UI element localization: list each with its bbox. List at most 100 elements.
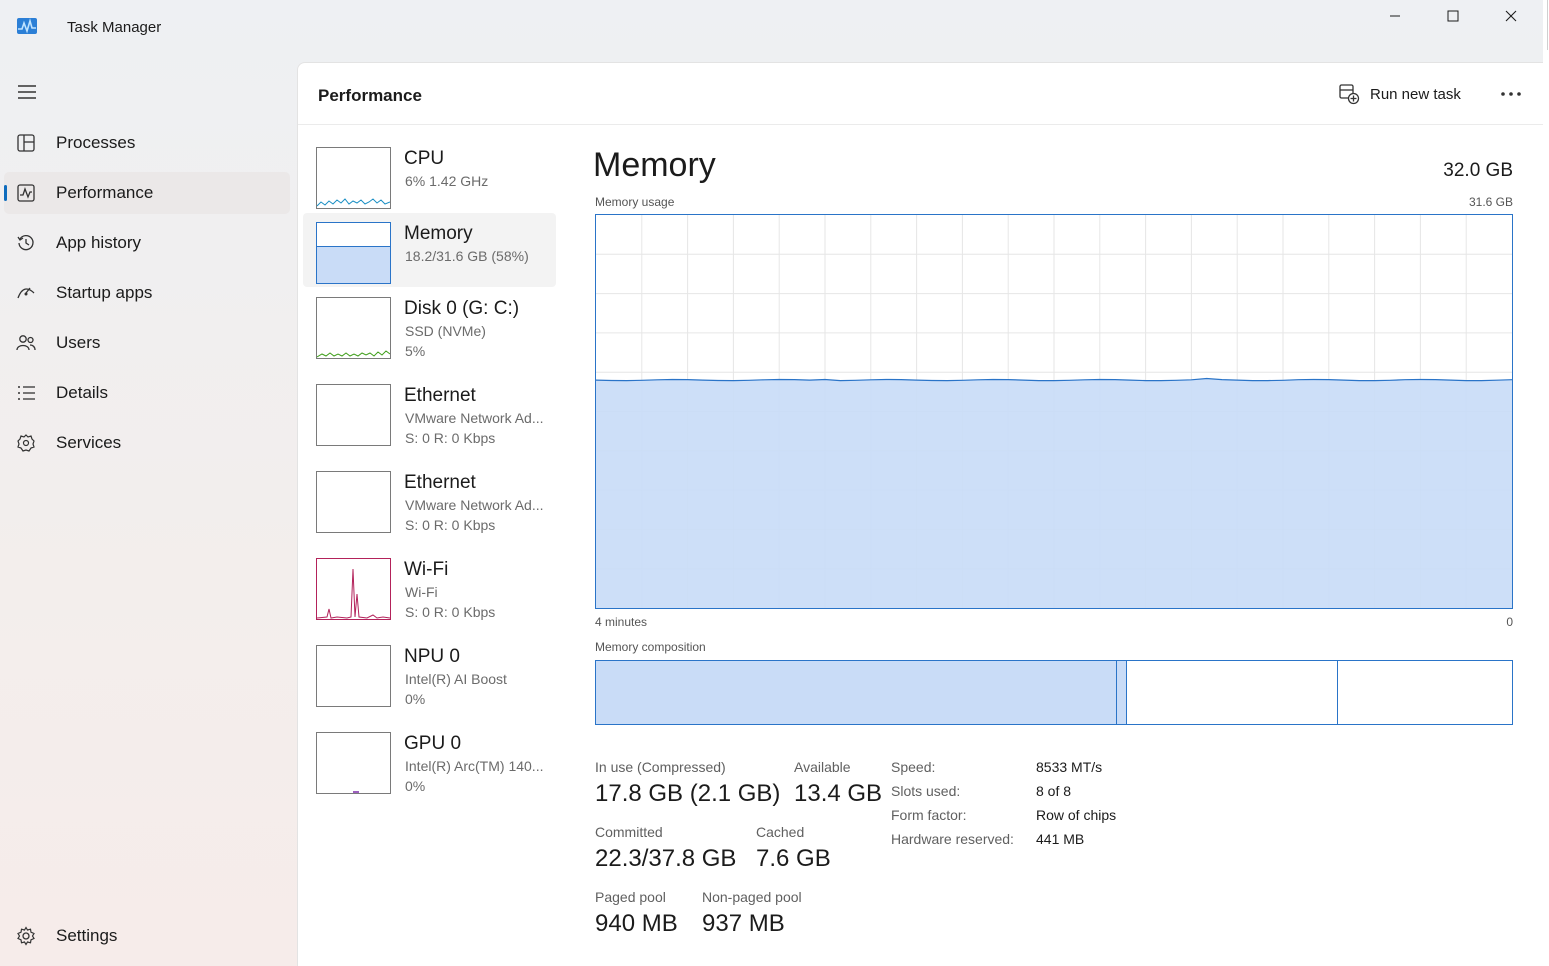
page-title: Performance xyxy=(318,86,422,105)
services-icon xyxy=(17,434,35,452)
maximize-button[interactable] xyxy=(1424,0,1482,32)
device-name: Ethernet xyxy=(404,385,476,406)
device-detail: 0% xyxy=(405,691,426,707)
device-detail: S: 0 R: 0 Kbps xyxy=(405,604,496,620)
minimize-icon xyxy=(1390,15,1400,17)
device-name: Wi-Fi xyxy=(404,559,449,580)
device-detail: Intel(R) AI Boost xyxy=(405,671,507,687)
composition-standby xyxy=(1127,661,1338,724)
details-icon xyxy=(18,386,35,400)
spec-hardware-reserved-value: 441 MB xyxy=(1036,831,1085,847)
nav-item-settings[interactable]: Settings xyxy=(4,915,290,957)
device-name: Ethernet xyxy=(404,472,476,493)
history-icon xyxy=(17,235,34,251)
nav-item-processes[interactable]: Processes xyxy=(4,122,290,164)
nav-item-label: Startup apps xyxy=(56,283,153,302)
in-use-label: In use (Compressed) xyxy=(595,759,726,775)
device-cpu[interactable]: CPU 6% 1.42 GHz xyxy=(303,138,556,212)
nav-item-details[interactable]: Details xyxy=(4,372,290,414)
nav-item-label: App history xyxy=(56,233,142,252)
more-options-button[interactable] xyxy=(1498,81,1524,107)
device-detail: 6% 1.42 GHz xyxy=(405,173,489,189)
device-detail: 0% xyxy=(405,778,426,794)
committed-label: Committed xyxy=(595,824,663,840)
nav-item-label: Details xyxy=(56,383,108,402)
main-panel: Performance Run new task CPU 6% 1.42 GHz… xyxy=(297,62,1544,966)
app-title: Task Manager xyxy=(67,19,162,36)
non-paged-pool-label: Non-paged pool xyxy=(702,889,802,905)
device-name: CPU xyxy=(404,148,445,169)
gear-icon xyxy=(17,926,35,946)
non-paged-pool-value: 937 MB xyxy=(702,910,785,937)
task-manager-window: Task Manager Processes Performance App h… xyxy=(0,0,1544,966)
gpu-thumbnail-graph xyxy=(316,732,391,794)
spec-hardware-reserved-label: Hardware reserved: xyxy=(891,831,1014,847)
minimize-button[interactable] xyxy=(1366,0,1424,32)
memory-composition-label: Memory composition xyxy=(595,640,706,654)
close-button[interactable] xyxy=(1482,0,1540,32)
device-npu[interactable]: NPU 0 Intel(R) AI Boost 0% xyxy=(303,636,556,710)
device-detail: SSD (NVMe) xyxy=(405,323,486,339)
window-edge-line xyxy=(1547,0,1548,50)
run-new-task-button[interactable]: Run new task xyxy=(1338,79,1461,109)
composition-modified xyxy=(1116,661,1127,724)
spec-speed-label: Speed: xyxy=(891,759,936,775)
nav-menu-button[interactable] xyxy=(12,78,42,106)
composition-free xyxy=(1338,661,1512,724)
startup-icon xyxy=(17,287,35,299)
memory-heading: Memory xyxy=(593,146,716,184)
users-icon xyxy=(16,335,36,351)
nav-item-label: Services xyxy=(56,433,122,452)
device-detail: S: 0 R: 0 Kbps xyxy=(405,517,496,533)
more-icon xyxy=(1501,92,1521,96)
spec-slots-value: 8 of 8 xyxy=(1036,783,1072,799)
nav-item-users[interactable]: Users xyxy=(4,322,290,364)
time-axis-start: 4 minutes xyxy=(595,615,648,629)
wifi-thumbnail-graph xyxy=(316,558,391,620)
in-use-value: 17.8 GB (2.1 GB) xyxy=(595,780,781,807)
active-indicator xyxy=(4,185,7,201)
memory-usage-graph xyxy=(595,214,1513,609)
processes-icon xyxy=(17,134,35,152)
close-icon xyxy=(1505,10,1517,22)
nav-item-startup-apps[interactable]: Startup apps xyxy=(4,272,290,314)
nav-item-label: Processes xyxy=(56,133,136,152)
device-name: NPU 0 xyxy=(404,646,460,667)
nav-item-performance[interactable]: Performance xyxy=(4,172,290,214)
device-detail: Wi-Fi xyxy=(405,584,438,600)
device-name: GPU 0 xyxy=(404,733,462,754)
spec-form-factor-value: Row of chips xyxy=(1036,807,1117,823)
memory-usage-graph-svg xyxy=(595,215,1513,608)
memory-thumbnail-graph xyxy=(316,222,391,284)
task-manager-app-icon xyxy=(17,18,37,34)
device-wifi[interactable]: Wi-Fi Wi-Fi S: 0 R: 0 Kbps xyxy=(303,549,556,623)
device-disk[interactable]: Disk 0 (G: C:) SSD (NVMe) 5% xyxy=(303,288,556,362)
device-detail: Intel(R) Arc(TM) 140... xyxy=(405,758,544,774)
spec-speed-value: 8533 MT/s xyxy=(1036,759,1103,775)
device-memory[interactable]: Memory 18.2/31.6 GB (58%) xyxy=(303,213,556,287)
title-bar: Task Manager xyxy=(0,0,1543,56)
paged-pool-value: 940 MB xyxy=(595,910,678,937)
nav-item-label: Users xyxy=(56,333,101,352)
spec-form-factor-label: Form factor: xyxy=(891,807,967,823)
npu-thumbnail-graph xyxy=(316,645,391,707)
device-ethernet-2[interactable]: Ethernet VMware Network Ad... S: 0 R: 0 … xyxy=(303,462,556,536)
spec-slots-label: Slots used: xyxy=(891,783,961,799)
ethernet-thumbnail-graph xyxy=(316,471,391,533)
panel-header: Performance Run new task xyxy=(298,63,1544,125)
run-new-task-icon xyxy=(1339,84,1360,105)
memory-composition-bar xyxy=(595,660,1513,725)
nav-item-app-history[interactable]: App history xyxy=(4,222,290,264)
device-ethernet-1[interactable]: Ethernet VMware Network Ad... S: 0 R: 0 … xyxy=(303,375,556,449)
device-gpu[interactable]: GPU 0 Intel(R) Arc(TM) 140... 0% xyxy=(303,723,556,797)
time-axis-end: 0 xyxy=(1506,615,1513,629)
cached-value: 7.6 GB xyxy=(756,845,831,872)
memory-total: 32.0 GB xyxy=(1443,160,1513,181)
ethernet-thumbnail-graph xyxy=(316,384,391,446)
maximize-icon xyxy=(1447,10,1459,22)
run-new-task-label: Run new task xyxy=(1370,85,1461,103)
cpu-thumbnail-graph xyxy=(316,147,391,209)
nav-item-services[interactable]: Services xyxy=(4,422,290,464)
device-detail: VMware Network Ad... xyxy=(405,410,544,426)
available-value: 13.4 GB xyxy=(794,780,883,807)
